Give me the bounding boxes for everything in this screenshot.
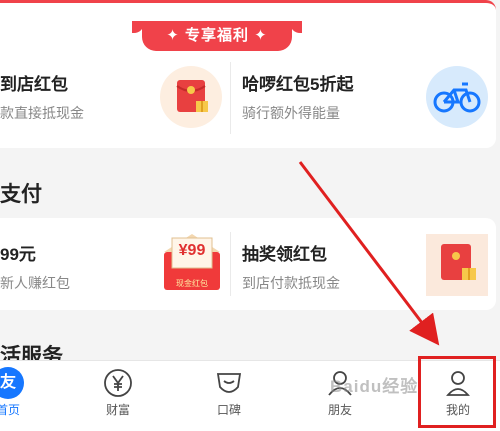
highlight-box bbox=[418, 356, 496, 428]
annotation-arrow bbox=[298, 161, 440, 346]
